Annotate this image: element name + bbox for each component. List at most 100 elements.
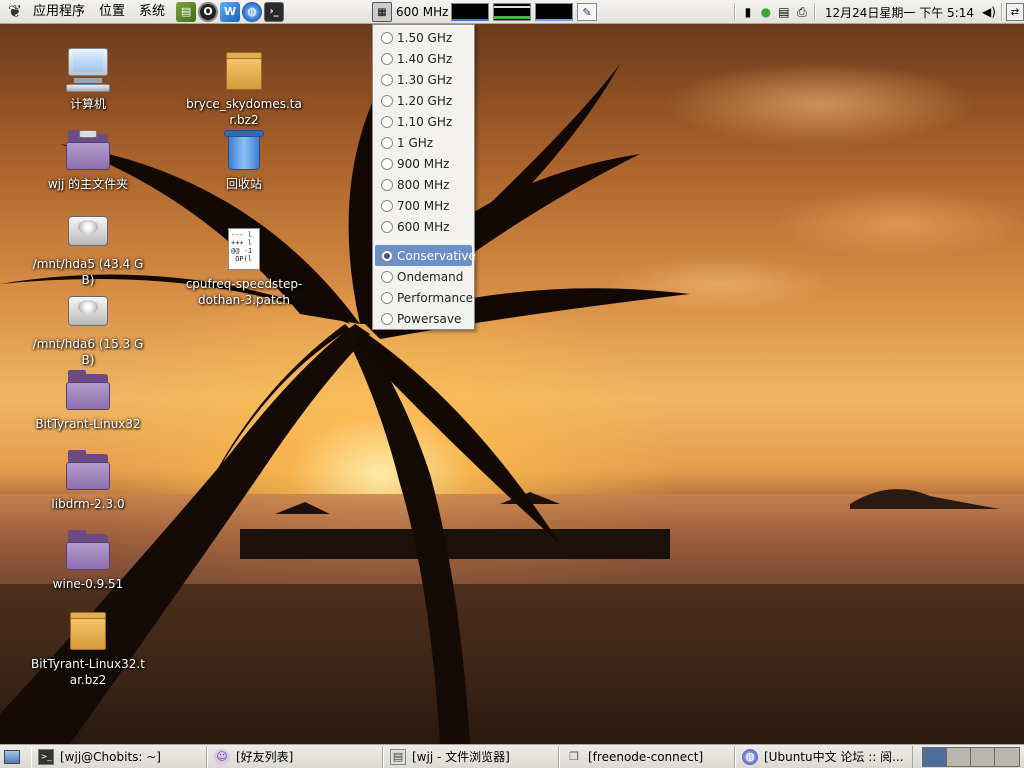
desktop-icon-bittyrant-folder[interactable]: BitTyrant-Linux32 [28, 366, 148, 432]
desktop-icon-bittyrant-archive[interactable]: BitTyrant-Linux32.tar.bz2 [28, 606, 148, 688]
task-terminal[interactable]: >_ [wjj@Chobits: ~] [31, 745, 207, 768]
menu-applications[interactable]: 应用程序 [26, 0, 92, 24]
desktop-icon-hda6[interactable]: /mnt/hda6 (15.3 GB) [28, 286, 148, 368]
cpu-frequency-menu: 1.50 GHz 1.40 GHz 1.30 GHz 1.20 GHz 1.10… [372, 24, 476, 330]
volume-icon[interactable]: ◀) [980, 3, 998, 21]
radio-icon [381, 199, 393, 212]
radio-icon [381, 157, 393, 170]
task-buddy-list[interactable]: ☺ [好友列表] [207, 745, 383, 768]
firefox-icon: ◍ [742, 748, 758, 765]
desktop-icon-hda5[interactable]: /mnt/hda5 (43.4 GB) [28, 206, 148, 288]
top-panel: ❦ 应用程序 位置 系统 ▤ O W ◍ ›_ ▦ 600 MHz ✎ ▮ ● … [0, 0, 1024, 24]
memory-load-graph[interactable] [493, 3, 531, 21]
desktop-icon-label: 计算机 [69, 97, 106, 111]
show-desktop-icon [4, 749, 20, 764]
gnome-foot-icon[interactable]: ❦ [4, 1, 26, 23]
cpu-frequency-applet[interactable]: ▦ 600 MHz [372, 0, 448, 24]
task-label: [wjj - 文件浏览器] [412, 750, 510, 764]
cpu-frequency-label: 600 MHz [396, 5, 449, 19]
workspace-1[interactable] [923, 747, 947, 766]
desktop-icon-bryce-archive[interactable]: bryce_skydomes.tar.bz2 [184, 46, 304, 128]
palm-tree-silhouette [0, 24, 1000, 744]
freq-option[interactable]: 1.40 GHz [373, 48, 474, 69]
freq-option[interactable]: 1.20 GHz [373, 90, 474, 111]
file-browser-icon: ▤ [390, 748, 406, 765]
radio-icon [381, 115, 393, 128]
radio-icon [381, 52, 393, 65]
desktop-icon-label: /mnt/hda5 (43.4 GB) [32, 257, 144, 287]
workspace-4[interactable] [995, 747, 1019, 766]
printer-icon[interactable]: ⎙ [793, 3, 811, 21]
freq-option[interactable]: 1.10 GHz [373, 111, 474, 132]
menu-system[interactable]: 系统 [132, 0, 172, 24]
freq-option[interactable]: 600 MHz [373, 216, 474, 237]
desktop-icon-patch-file[interactable]: --- l +++ l @@ -1 OP(l cpufreq-speedstep… [184, 226, 304, 308]
wiki-icon[interactable]: W [220, 1, 241, 22]
desktop-icon-home-folder[interactable]: wjj 的主文件夹 [28, 126, 148, 192]
governor-option-powersave[interactable]: Powersave [373, 308, 474, 329]
desktop-icon-label: wjj 的主文件夹 [47, 177, 129, 191]
freq-option[interactable]: 700 MHz [373, 195, 474, 216]
radio-icon [381, 94, 393, 107]
show-desktop-button[interactable] [1, 746, 23, 768]
text-file-icon: --- l +++ l @@ -1 OP(l [220, 226, 268, 274]
system-tray: ▮ ● ▤ ⎙ 12月24日星期一 下午 5:14 ◀) ⇄ [731, 0, 1024, 24]
radio-icon [381, 220, 393, 233]
desktop-icon-label: 回收站 [225, 177, 262, 191]
folder-icon [64, 366, 112, 414]
freq-option[interactable]: 800 MHz [373, 174, 474, 195]
task-irc[interactable]: ❐ [freenode-connect] [559, 745, 735, 768]
menu-places[interactable]: 位置 [92, 0, 132, 24]
task-browser[interactable]: ◍ [Ubuntu中文 论坛 :: 阅... [735, 745, 913, 768]
cpu-load-graph[interactable] [451, 3, 489, 21]
governor-option-performance[interactable]: Performance [373, 287, 474, 308]
pidgin-icon: ☺ [214, 748, 230, 765]
radio-icon [381, 312, 393, 325]
cpu-chip-icon: ▦ [372, 2, 392, 22]
task-label: [freenode-connect] [588, 749, 704, 764]
online-status-icon[interactable]: ● [757, 3, 775, 21]
desktop-icon-libdrm-folder[interactable]: libdrm-2.3.0 [28, 446, 148, 512]
system-monitor-icon[interactable]: ✎ [577, 3, 597, 21]
desktop-icon-label: BitTyrant-Linux32.tar.bz2 [31, 657, 145, 687]
terminal-icon: >_ [38, 748, 54, 765]
radio-icon [381, 73, 393, 86]
home-folder-icon [64, 126, 112, 174]
workspace-3[interactable] [971, 747, 995, 766]
book-icon[interactable]: ▤ [176, 1, 197, 22]
opera-icon[interactable]: O [198, 1, 219, 22]
clock[interactable]: 12月24日星期一 下午 5:14 [819, 4, 980, 21]
governor-option-conservative[interactable]: Conservative [375, 245, 476, 266]
terminal-icon[interactable]: ›_ [264, 1, 285, 22]
switch-user-icon[interactable]: ⇄ [1006, 3, 1024, 21]
radio-icon [381, 291, 393, 304]
desktop-icon-wine-folder[interactable]: wine-0.9.51 [28, 526, 148, 592]
desktop-icon-label: libdrm-2.3.0 [51, 497, 125, 511]
governor-option-ondemand[interactable]: Ondemand [373, 266, 474, 287]
task-file-browser[interactable]: ▤ [wjj - 文件浏览器] [383, 745, 559, 768]
workspace-switcher [922, 746, 1020, 767]
folder-icon [64, 446, 112, 494]
desktop-icon-label: BitTyrant-Linux32 [35, 417, 141, 431]
radio-icon [381, 31, 393, 44]
radio-icon [381, 178, 393, 191]
desktop-wallpaper [0, 24, 1024, 744]
freq-option[interactable]: 900 MHz [373, 153, 474, 174]
desktop-icon-label: /mnt/hda6 (15.3 GB) [32, 337, 144, 367]
clipboard-icon[interactable]: ▤ [775, 3, 793, 21]
desktop-icon-trash[interactable]: 回收站 [184, 126, 304, 192]
freq-option[interactable]: 1 GHz [373, 132, 474, 153]
firefox-icon[interactable]: ◍ [242, 1, 263, 22]
chat-window-icon: ❐ [569, 750, 579, 763]
archive-icon [220, 46, 268, 94]
desktop-icon-label: bryce_skydomes.tar.bz2 [186, 97, 302, 127]
freq-option[interactable]: 1.30 GHz [373, 69, 474, 90]
network-status-icon[interactable]: ▮ [739, 3, 757, 21]
network-load-graph[interactable] [535, 3, 573, 21]
freq-option[interactable]: 1.50 GHz [373, 27, 474, 48]
hard-disk-icon [64, 206, 112, 254]
radio-icon [381, 249, 393, 262]
workspace-2[interactable] [947, 747, 971, 766]
desktop-icon-label: wine-0.9.51 [52, 577, 124, 591]
desktop-icon-computer[interactable]: 计算机 [28, 46, 148, 112]
